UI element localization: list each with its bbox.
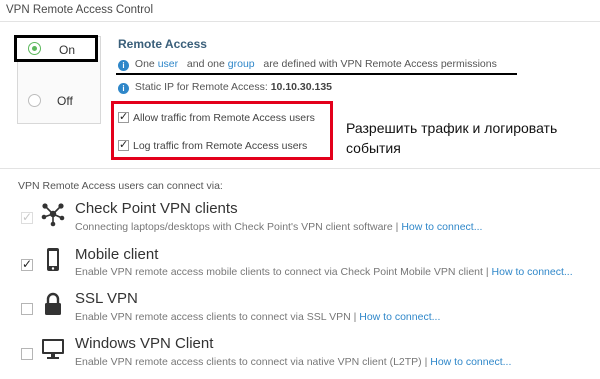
log-traffic-checkbox[interactable] bbox=[118, 138, 129, 151]
ssl-vpn-checkbox[interactable] bbox=[21, 303, 33, 315]
radio-on-icon[interactable] bbox=[28, 42, 41, 55]
client-name: Windows VPN Client bbox=[75, 335, 214, 352]
how-to-connect-link[interactable]: How to connect... bbox=[401, 221, 482, 233]
section-divider bbox=[0, 168, 600, 169]
static-ip-label: Static IP for Remote Access: bbox=[134, 81, 268, 93]
how-to-connect-link[interactable]: How to connect... bbox=[430, 356, 511, 368]
info-icon: i bbox=[118, 60, 129, 71]
network-nodes-icon bbox=[40, 201, 66, 227]
client-desc-text: Enable VPN remote access clients to conn… bbox=[75, 311, 357, 323]
remote-access-title: Remote Access bbox=[118, 37, 207, 51]
group-link[interactable]: group bbox=[228, 58, 255, 70]
allow-traffic-label: Allow traffic from Remote Access users bbox=[133, 112, 315, 124]
client-desc: Enable VPN remote access mobile clients … bbox=[75, 266, 573, 278]
mobile-phone-icon bbox=[40, 247, 66, 273]
mobile-client-checkbox[interactable] bbox=[21, 257, 33, 271]
client-desc-text: Enable VPN remote access clients to conn… bbox=[75, 356, 428, 368]
user-link[interactable]: user bbox=[158, 58, 178, 70]
client-name: Check Point VPN clients bbox=[75, 200, 238, 217]
log-traffic-label: Log traffic from Remote Access users bbox=[133, 140, 308, 152]
allow-traffic-checkbox[interactable] bbox=[118, 110, 129, 123]
lock-icon bbox=[40, 291, 66, 317]
radio-off-icon[interactable] bbox=[28, 94, 41, 107]
client-name: Mobile client bbox=[75, 246, 159, 263]
static-ip-line: i Static IP for Remote Access: 10.10.30.… bbox=[118, 81, 332, 94]
radio-on-label: On bbox=[59, 43, 76, 57]
client-desc: Enable VPN remote access clients to conn… bbox=[75, 356, 511, 368]
client-desc: Connecting laptops/desktops with Check P… bbox=[75, 221, 482, 233]
client-name: SSL VPN bbox=[75, 290, 138, 307]
client-row-ssl: SSL VPN Enable VPN remote access clients… bbox=[0, 289, 600, 333]
client-row-checkpoint: Check Point VPN clients Connecting lapto… bbox=[0, 199, 600, 243]
annotation-text: Разрешить трафик и логировать события bbox=[346, 120, 558, 156]
permissions-info: i One user and one group are defined wit… bbox=[118, 58, 497, 71]
windows-vpn-checkbox[interactable] bbox=[21, 348, 33, 360]
info-underline-annotation bbox=[116, 73, 517, 75]
info-prefix: One bbox=[134, 58, 155, 70]
checkpoint-client-checkbox[interactable] bbox=[21, 210, 33, 224]
client-row-windows: Windows VPN Client Enable VPN remote acc… bbox=[0, 334, 600, 378]
section-divider bbox=[0, 21, 600, 22]
client-desc-text: Enable VPN remote access mobile clients … bbox=[75, 266, 489, 278]
radio-on-option[interactable]: On bbox=[14, 35, 98, 62]
info-suffix: are defined with VPN Remote Access permi… bbox=[263, 58, 497, 70]
monitor-icon bbox=[40, 336, 66, 362]
info-mid: and one bbox=[186, 58, 225, 70]
users-connect-title: VPN Remote Access users can connect via: bbox=[18, 180, 223, 192]
client-desc: Enable VPN remote access clients to conn… bbox=[75, 311, 440, 323]
radio-off-label: Off bbox=[57, 94, 73, 108]
log-traffic-option[interactable]: Log traffic from Remote Access users bbox=[118, 138, 308, 152]
client-row-mobile: Mobile client Enable VPN remote access m… bbox=[0, 244, 600, 288]
info-icon: i bbox=[118, 83, 129, 94]
radio-off-option[interactable]: Off bbox=[17, 86, 99, 114]
static-ip-value: 10.10.30.135 bbox=[270, 81, 333, 93]
client-desc-text: Connecting laptops/desktops with Check P… bbox=[75, 221, 399, 233]
allow-traffic-option[interactable]: Allow traffic from Remote Access users bbox=[118, 110, 315, 124]
how-to-connect-link[interactable]: How to connect... bbox=[359, 311, 440, 323]
vpn-remote-access-page: VPN Remote Access Control On Off Remote … bbox=[0, 0, 600, 379]
section-title: VPN Remote Access Control bbox=[6, 4, 154, 16]
how-to-connect-link[interactable]: How to connect... bbox=[492, 266, 573, 278]
